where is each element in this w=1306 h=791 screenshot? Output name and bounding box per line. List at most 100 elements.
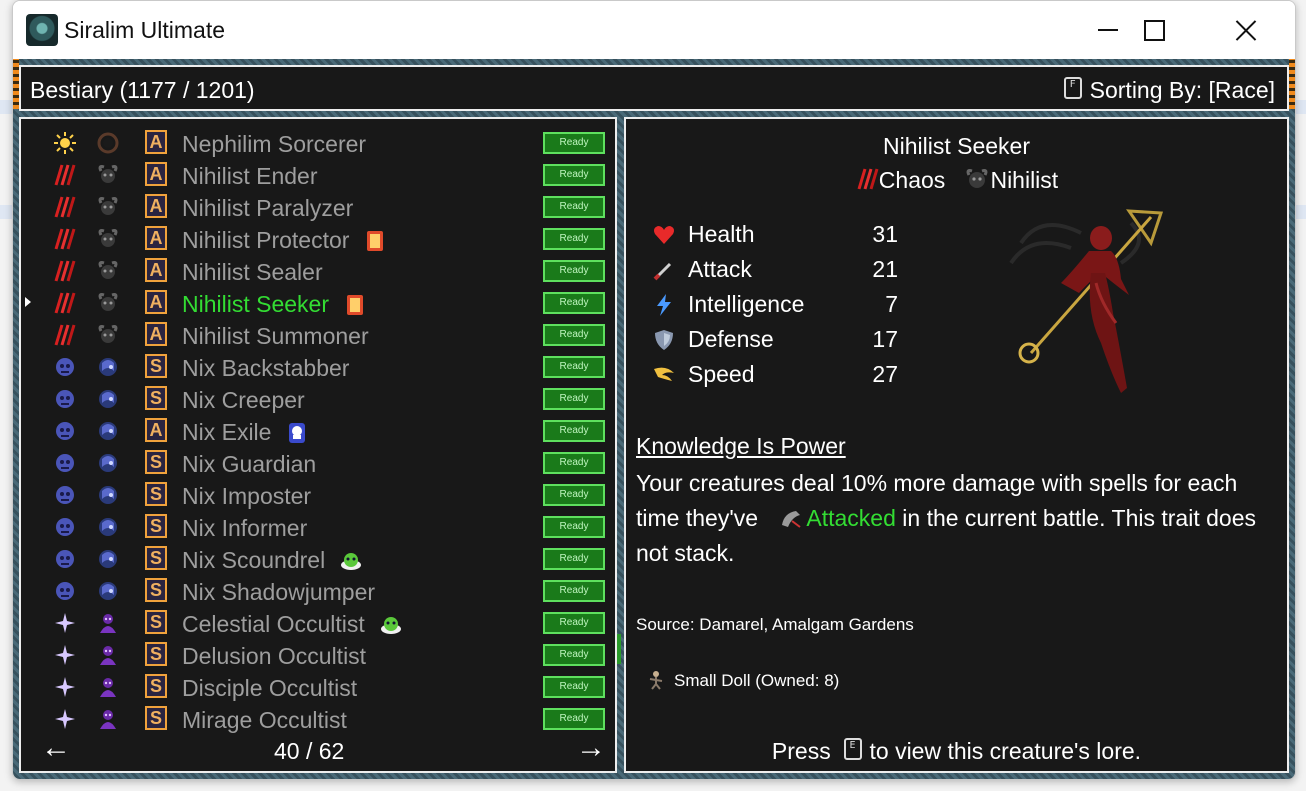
ready-button[interactable]: Ready [543,228,605,250]
rank-icon: S [145,514,167,538]
death-class-icon [53,515,77,539]
game-viewport: Bestiary (1177 / 1201) F Sorting By: [Rac… [13,59,1295,779]
creature-sprite [1009,209,1164,393]
creature-row[interactable]: A Nihilist Seeker Ready [21,287,615,319]
sort-indicator[interactable]: F Sorting By: [Race] [1063,77,1275,104]
rank-icon: S [145,610,167,634]
e-key-icon[interactable]: E [843,738,862,760]
creature-row[interactable]: S Nix Backstabber Ready [21,351,615,383]
creature-name: Nix Guardian [182,451,317,477]
creature-row[interactable]: S Nix Guardian Ready [21,447,615,479]
creature-row[interactable]: A Nihilist Summoner Ready [21,319,615,351]
stat-row: Intelligence 7 [652,291,902,321]
ready-button[interactable]: Ready [543,164,605,186]
creature-row[interactable]: S Disciple Occultist Ready [21,671,615,703]
sorcery-class-icon [53,611,77,635]
creature-name: Celestial Occultist [182,611,365,637]
lightning-icon [652,293,676,317]
minimize-icon [1098,29,1118,31]
ready-button[interactable]: Ready [543,516,605,538]
list-scrollbar[interactable] [617,634,621,664]
ready-button[interactable]: Ready [543,644,605,666]
occultist-race-icon [96,643,120,667]
stat-value: 17 [872,326,898,352]
creature-row[interactable]: A Nix Exile Ready [21,415,615,447]
ready-button[interactable]: Ready [543,708,605,730]
nix-race-icon [96,419,120,443]
ready-button[interactable]: Ready [543,196,605,218]
ready-button[interactable]: Ready [543,580,605,602]
app-window: Siralim Ultimate Bestiary (1177 / 1201) … [12,0,1296,780]
sword-icon [652,258,676,282]
chaos-class-icon [53,323,77,347]
card-icon [363,229,383,251]
class-label: Chaos [878,167,946,193]
ready-button[interactable]: Ready [543,420,605,442]
creature-row[interactable]: S Mirage Occultist Ready [21,703,615,735]
next-page-arrow[interactable]: → [576,733,606,763]
ready-button[interactable]: Ready [543,292,605,314]
creature-row[interactable]: A Nihilist Protector Ready [21,223,615,255]
creature-row[interactable]: A Nephilim Sorcerer Ready [21,127,615,159]
rank-icon: A [145,194,167,218]
chaos-class-icon [53,259,77,283]
rank-icon: A [145,290,167,314]
creature-row[interactable]: S Nix Creeper Ready [21,383,615,415]
ready-button[interactable]: Ready [543,132,605,154]
creature-row[interactable]: A Nihilist Sealer Ready [21,255,615,287]
chaos-class-icon [53,195,77,219]
ready-button[interactable]: Ready [543,388,605,410]
ready-button[interactable]: Ready [543,484,605,506]
title-bar[interactable]: Siralim Ultimate [13,1,1295,59]
minimize-button[interactable] [1085,9,1131,51]
creature-row[interactable]: S Celestial Occultist Ready [21,607,615,639]
creature-row[interactable]: S Nix Scoundrel Ready [21,543,615,575]
prev-page-arrow[interactable]: ← [41,733,71,763]
ready-button[interactable]: Ready [543,612,605,634]
creature-name: Nihilist Seeker [182,291,329,317]
lore-press: Press [771,738,831,764]
rank-icon: A [145,258,167,282]
creature-row[interactable]: A Nihilist Ender Ready [21,159,615,191]
creature-name: Nihilist Summoner [182,323,369,349]
chaos-icon [857,168,879,190]
creature-row[interactable]: S Nix Imposter Ready [21,479,615,511]
item-label: Small Doll (Owned: 8) [674,671,840,690]
close-button[interactable] [1223,9,1269,51]
stat-row: Health 31 [652,221,902,251]
ready-button[interactable]: Ready [543,452,605,474]
rank-icon: S [145,354,167,378]
creature-row[interactable]: S Delusion Occultist Ready [21,639,615,671]
rank-icon: S [145,642,167,666]
nihilist-race-icon [96,163,120,187]
stat-label: Attack [688,256,752,282]
creature-row[interactable]: S Nix Informer Ready [21,511,615,543]
nix-race-icon [96,451,120,475]
ready-button[interactable]: Ready [543,548,605,570]
maximize-button[interactable] [1131,9,1177,51]
ready-button[interactable]: Ready [543,324,605,346]
nix-race-icon [96,387,120,411]
death-class-icon [53,579,77,603]
creature-detail: Nihilist Seeker Chaos Nihilist Health 31 A… [624,117,1289,773]
trait-description: Your creatures deal 10% more damage with… [636,466,1276,571]
creature-row[interactable]: S Nix Shadowjumper Ready [21,575,615,607]
nihilist-race-icon [966,169,988,188]
wing-icon [652,363,676,387]
creature-name: Nihilist Paralyzer [182,195,354,221]
app-icon [26,14,58,46]
trait-keyword: Attacked [806,505,896,531]
rank-icon: A [145,130,167,154]
occultist-race-icon [96,675,120,699]
ready-button[interactable]: Ready [543,260,605,282]
occultist-race-icon [96,611,120,635]
stat-label: Defense [688,326,774,352]
occultist-race-icon [96,707,120,731]
death-class-icon [53,419,77,443]
stat-value: 7 [885,291,898,317]
creature-row[interactable]: A Nihilist Paralyzer Ready [21,191,615,223]
ready-button[interactable]: Ready [543,356,605,378]
nihilist-race-icon [96,195,120,219]
rank-icon: A [145,322,167,346]
ready-button[interactable]: Ready [543,676,605,698]
